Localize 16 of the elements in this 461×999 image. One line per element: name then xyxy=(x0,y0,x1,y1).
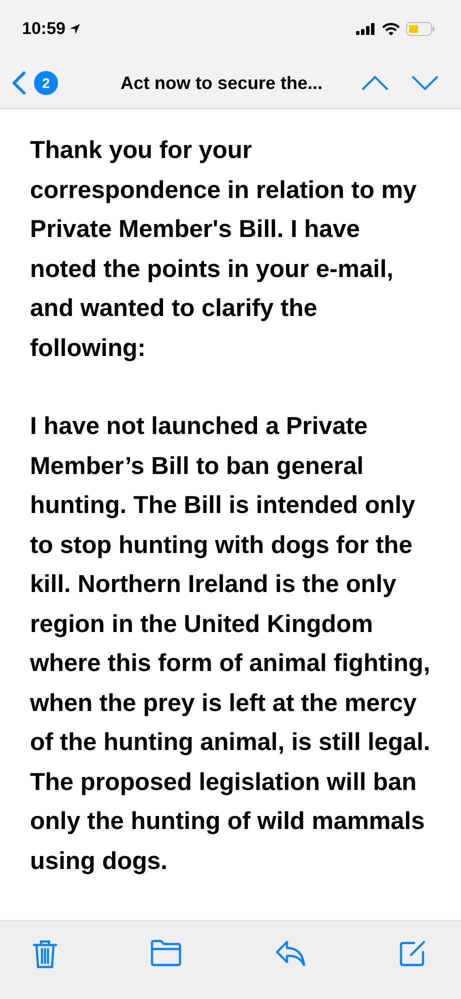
message-paragraph: I have not launched a Private Member’s Bill to ban general hunting. The Bill is intended only to stop hunting with dogs for the kill. Northern Ireland is the only region in the United Kingdom where this form of animal fighting, when the prey is left at the mercy of the hunting animal, is still legal. The proposed legislation will ban only the hunting of wild mammals using dogs. xyxy=(30,412,432,876)
chevron-up-icon[interactable] xyxy=(361,75,389,91)
message-subject: Act now to secure the... xyxy=(119,72,324,94)
location-arrow-icon xyxy=(69,23,82,35)
message-paragraph: Thank you for your correspondence in relation to my Private Member's Bill. I have noted the points in your e-mail, and wanted to clarify the following: xyxy=(30,136,418,364)
compose-icon[interactable] xyxy=(398,939,427,967)
back-icon[interactable] xyxy=(12,71,26,95)
folder-icon[interactable] xyxy=(150,939,182,967)
reply-icon[interactable] xyxy=(274,939,307,967)
trash-icon[interactable] xyxy=(32,939,58,969)
unread-count-badge: 2 xyxy=(34,71,58,95)
wifi-icon xyxy=(382,22,400,36)
status-time: 10:59 xyxy=(22,19,66,39)
chevron-down-icon[interactable] xyxy=(411,75,439,91)
battery-icon xyxy=(406,22,435,36)
signal-icon xyxy=(356,23,376,35)
